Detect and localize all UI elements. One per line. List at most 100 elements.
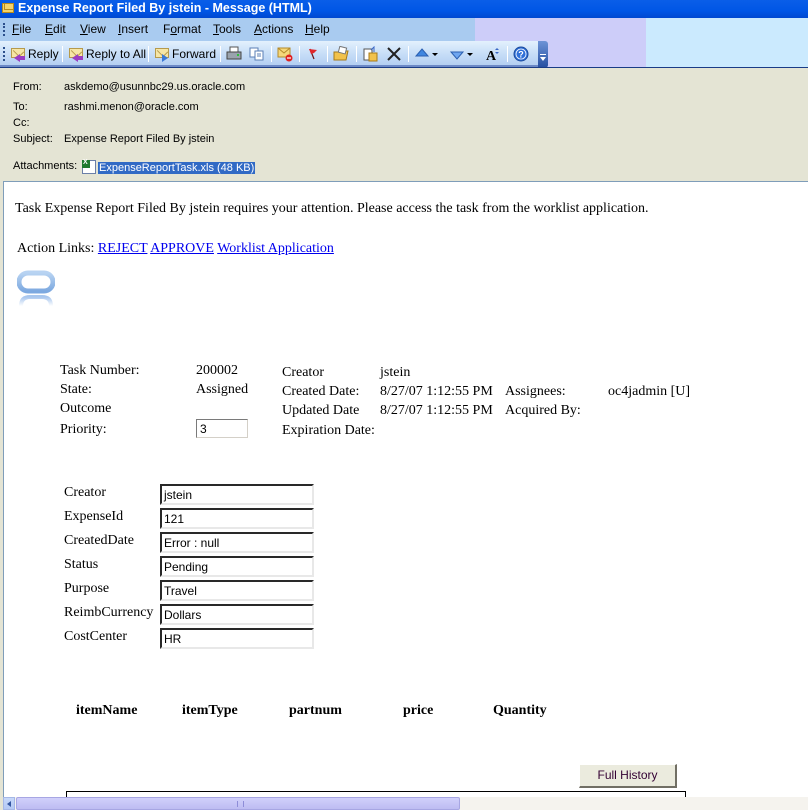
- menu-insert[interactable]: Insert: [118, 22, 148, 36]
- help-icon: ?: [513, 46, 529, 62]
- reply-all-button[interactable]: Reply to All: [68, 45, 146, 63]
- reply-button[interactable]: Reply: [10, 45, 59, 63]
- copy-icon: [249, 47, 264, 61]
- reimb-currency-field[interactable]: Dollars: [160, 604, 314, 625]
- from-value[interactable]: askdemo@usunnbc29.us.oracle.com: [64, 81, 245, 93]
- move-to-folder-icon: [333, 46, 349, 61]
- created-date-field[interactable]: Error : null: [160, 532, 314, 553]
- help-button[interactable]: ?: [513, 45, 529, 63]
- chevron-down-icon[interactable]: [467, 46, 473, 62]
- scrollbar-thumb[interactable]: [16, 797, 460, 810]
- menu-actions[interactable]: Actions: [254, 22, 293, 36]
- flag-icon: [309, 48, 317, 60]
- payload-row: Purpose Travel: [64, 580, 324, 602]
- scroll-left-icon[interactable]: [3, 797, 15, 810]
- menu-file[interactable]: File: [12, 22, 31, 36]
- attachments-label: Attachments:: [13, 160, 78, 172]
- follow-up-flag-button[interactable]: [305, 45, 321, 63]
- column-header: partnum: [289, 703, 342, 718]
- payload-row: ExpenseId 121: [64, 508, 324, 530]
- delete-button[interactable]: [386, 45, 402, 63]
- options-button[interactable]: [362, 45, 378, 63]
- status-field[interactable]: Pending: [160, 556, 314, 577]
- font-size-icon: A: [486, 48, 499, 62]
- menu-edit[interactable]: Edit: [45, 22, 66, 36]
- task-number-value: 200002: [196, 363, 238, 378]
- delete-icon: [387, 47, 401, 61]
- menu-format[interactable]: Format: [163, 22, 201, 36]
- updated-date-label: Updated Date: [282, 403, 360, 418]
- worklist-application-link[interactable]: Worklist Application: [217, 241, 334, 256]
- svg-text:?: ?: [518, 50, 524, 60]
- cost-center-field[interactable]: HR: [160, 628, 314, 649]
- state-value: Assigned: [196, 382, 249, 397]
- payload-row: ReimbCurrency Dollars: [64, 604, 324, 626]
- menu-view[interactable]: View: [80, 22, 106, 36]
- toolbar-grip-handle[interactable]: [3, 47, 6, 61]
- horizontal-scrollbar[interactable]: [3, 797, 808, 810]
- toolbar-options-chevron[interactable]: [538, 41, 548, 68]
- menu-bar: File Edit View Insert Format Tools Actio…: [0, 18, 475, 41]
- previous-item-button[interactable]: [414, 45, 438, 63]
- toolbar-separator: [507, 46, 508, 62]
- toolbar-separator: [356, 46, 357, 62]
- expense-id-field[interactable]: 121: [160, 508, 314, 529]
- approve-link[interactable]: APPROVE: [150, 241, 214, 256]
- menu-grip-handle[interactable]: [3, 23, 6, 36]
- chevron-down-icon[interactable]: [432, 46, 438, 62]
- column-header: price: [403, 703, 434, 718]
- full-history-button[interactable]: Full History: [579, 764, 677, 788]
- toolbar-separator: [408, 46, 409, 62]
- payload-row: Status Pending: [64, 556, 324, 578]
- junk-mail-icon: [277, 47, 293, 62]
- forward-button[interactable]: Forward: [154, 45, 216, 63]
- oracle-logo-icon: [17, 270, 55, 307]
- message-text: Task Expense Report Filed By jstein requ…: [15, 201, 649, 216]
- payload-label: CostCenter: [64, 629, 127, 644]
- attachment-filename[interactable]: ExpenseReportTask.xls (48 KB): [98, 162, 256, 174]
- updated-date-value: 8/27/07 1:12:55 PM: [380, 403, 493, 418]
- payload-label: CreatedDate: [64, 533, 134, 548]
- purpose-field[interactable]: Travel: [160, 580, 314, 601]
- to-value[interactable]: rashmi.menon@oracle.com: [64, 101, 199, 113]
- reply-icon: [10, 46, 26, 62]
- options-icon: [363, 46, 378, 62]
- expiration-date-label: Expiration Date:: [282, 423, 375, 438]
- print-button[interactable]: [226, 45, 242, 63]
- subject-value: Expense Report Filed By jstein: [64, 133, 215, 145]
- print-icon: [226, 46, 242, 60]
- column-header: Quantity: [493, 703, 547, 718]
- state-label: State:: [60, 382, 92, 397]
- next-item-button[interactable]: [449, 45, 473, 63]
- menu-help[interactable]: Help: [305, 22, 330, 36]
- outcome-label: Outcome: [60, 401, 112, 416]
- reject-link[interactable]: REJECT: [98, 241, 148, 256]
- cc-label: Cc:: [13, 117, 30, 129]
- created-date-value: 8/27/07 1:12:55 PM: [380, 384, 493, 399]
- payload-label: ExpenseId: [64, 509, 124, 524]
- action-links-label: Action Links:: [17, 241, 95, 256]
- column-header: itemType: [182, 703, 238, 718]
- message-header: From: askdemo@usunnbc29.us.oracle.com To…: [0, 68, 808, 179]
- next-item-icon: [449, 51, 465, 60]
- toolbar-separator: [271, 46, 272, 62]
- creator-field[interactable]: jstein: [160, 484, 314, 505]
- payload-label: Purpose: [64, 581, 110, 596]
- toolbar-separator: [299, 46, 300, 62]
- reply-all-icon: [68, 46, 84, 62]
- window-title-bar: Expense Report Filed By jstein - Message…: [0, 0, 808, 18]
- column-header: itemName: [76, 703, 138, 718]
- payload-row: CostCenter HR: [64, 628, 324, 650]
- font-size-button[interactable]: A: [485, 45, 501, 63]
- copy-button[interactable]: [249, 45, 265, 63]
- assignees-value: oc4jadmin [U]: [608, 384, 691, 399]
- assignees-label: Assignees:: [505, 384, 566, 399]
- excel-file-icon: [82, 159, 96, 174]
- creator-label: Creator: [282, 365, 324, 380]
- priority-field[interactable]: 3: [196, 419, 248, 438]
- attachment-item[interactable]: ExpenseReportTask.xls (48 KB): [82, 159, 256, 174]
- toolbar-separator: [148, 46, 149, 62]
- move-to-folder-button[interactable]: [333, 45, 349, 63]
- menu-tools[interactable]: Tools: [213, 22, 241, 36]
- junk-mail-button[interactable]: [277, 45, 293, 63]
